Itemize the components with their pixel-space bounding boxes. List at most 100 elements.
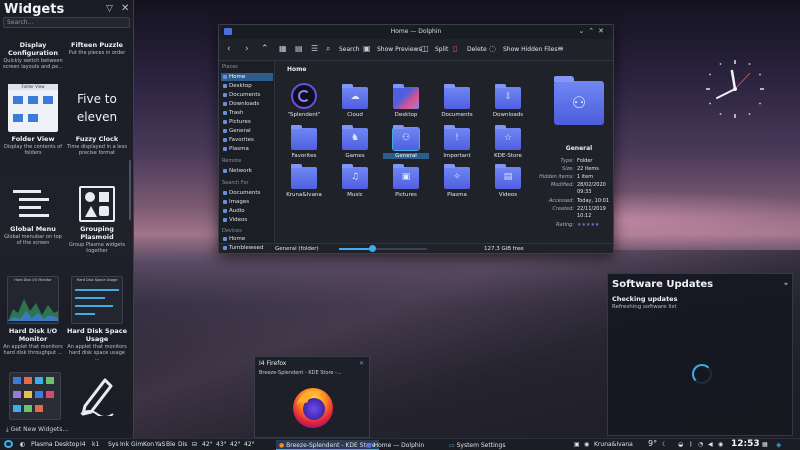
wifi-icon[interactable]: ◔: [698, 441, 703, 448]
place-network[interactable]: Network: [221, 167, 273, 175]
zoom-slider[interactable]: [339, 245, 427, 252]
pin-icon[interactable]: ⌖: [784, 280, 788, 289]
minimize-icon[interactable]: ⌄: [578, 27, 588, 35]
weather-temp[interactable]: 9°: [648, 439, 657, 448]
search-documents[interactable]: Documents: [221, 189, 273, 197]
pager-dis[interactable]: Dis: [178, 441, 187, 448]
show-previews-button[interactable]: Show Previews: [377, 46, 422, 53]
search-videos[interactable]: Videos: [221, 216, 273, 224]
rating-row[interactable]: Rating: ★★★★★: [524, 222, 599, 228]
pager-ble[interactable]: Ble: [166, 441, 175, 448]
file-item[interactable]: "Splendent": [281, 83, 327, 118]
file-item[interactable]: ! Important: [434, 125, 480, 159]
place-desktop[interactable]: Desktop: [221, 82, 273, 90]
titlebar[interactable]: Home — Dolphin ⌄⌃✕: [219, 25, 613, 39]
widget-hard-disk-space-usage[interactable]: Hard Disk Space Usage Hard Disk Space Us…: [66, 276, 128, 362]
pager-sys[interactable]: Sys: [108, 441, 119, 448]
search-icon[interactable]: ⌕: [326, 44, 330, 54]
widget-display-configuration[interactable]: Display Configuration Quickly switch bet…: [2, 41, 64, 70]
place-trash[interactable]: Trash: [221, 109, 273, 117]
widget-desc: Display the contents of folders: [4, 144, 62, 156]
file-item[interactable]: ☆ KDE-Store: [485, 125, 531, 159]
file-item[interactable]: ☁ Cloud: [332, 84, 378, 118]
desktop-2[interactable]: k1: [92, 441, 99, 448]
view-details-icon[interactable]: ☰: [311, 44, 318, 53]
file-item[interactable]: Favorites: [281, 125, 327, 159]
maximize-icon[interactable]: ⌃: [588, 27, 598, 35]
place-documents[interactable]: Documents: [221, 91, 273, 99]
show-hidden-files-button[interactable]: Show Hidden Files: [503, 46, 557, 53]
file-item[interactable]: ♫ Music: [332, 164, 378, 198]
application-launcher-icon[interactable]: [4, 440, 13, 448]
widget-fuzzy-clock[interactable]: Five to eleven Fuzzy Clock Time displaye…: [66, 84, 128, 156]
widget-folder-view[interactable]: Folder View Folder View Display the cont…: [2, 84, 64, 156]
get-new-widgets-button[interactable]: ⤓ Get New Widgets...: [6, 426, 68, 434]
delete-button[interactable]: Delete: [467, 46, 487, 53]
forward-icon[interactable]: ›: [245, 44, 249, 54]
place-downloads[interactable]: Downloads: [221, 100, 273, 108]
calendar-icon[interactable]: ▦: [762, 441, 768, 448]
user-icon[interactable]: ◉: [584, 441, 589, 448]
split-button[interactable]: Split: [435, 46, 448, 53]
widget-global-menu[interactable]: Global Menu Global menubar on top of the…: [2, 186, 64, 246]
widget-hard-disk-io-monitor[interactable]: Hard Disk I/O Monitor Hard Disk I/O Moni…: [2, 276, 64, 356]
activity-switcher[interactable]: Plasma Desktop: [31, 441, 79, 448]
hidden-files-icon[interactable]: ◌: [489, 44, 496, 53]
close-icon[interactable]: ✕: [121, 3, 129, 14]
widget-fifteen-puzzle[interactable]: Fifteen Puzzle Put the pieces in order: [66, 41, 128, 56]
place-general[interactable]: General: [221, 127, 273, 135]
widgets-scrollbar[interactable]: [129, 160, 131, 220]
widget-grouping-plasmoid[interactable]: Grouping Plasmoid Group Plasma widgets t…: [66, 186, 128, 254]
task-system-settings[interactable]: ▭ System Settings: [446, 440, 508, 450]
back-icon[interactable]: ‹: [227, 44, 231, 54]
close-icon[interactable]: ✕: [598, 27, 608, 35]
widget-icon-grid[interactable]: [4, 372, 66, 423]
previews-icon[interactable]: ▣: [363, 44, 371, 53]
file-item[interactable]: ♞ Games: [332, 125, 378, 159]
network-icon[interactable]: ◒: [678, 441, 683, 448]
pager-kon[interactable]: Kon: [143, 441, 154, 448]
desktop-1[interactable]: I4: [80, 441, 86, 448]
volume-icon[interactable]: ◀: [708, 441, 713, 448]
place-plasma[interactable]: Plasma: [221, 145, 273, 153]
activities-icon[interactable]: ◐: [20, 441, 25, 448]
close-icon[interactable]: ✕: [359, 360, 364, 367]
pager-gim[interactable]: Gim: [131, 441, 143, 448]
view-icons-icon[interactable]: ▦: [279, 44, 287, 53]
filter-icon[interactable]: ▽: [106, 4, 113, 14]
widget-notes[interactable]: [66, 372, 128, 416]
user-name[interactable]: Kruna&Ivana: [594, 441, 633, 448]
tray-icon[interactable]: ▣: [574, 441, 580, 448]
pager-yas[interactable]: YaS: [155, 441, 165, 448]
file-item[interactable]: Kruna&Ivana: [281, 164, 327, 198]
delete-icon[interactable]: ▯: [453, 44, 457, 53]
place-home[interactable]: Home: [221, 73, 273, 81]
place-favorites[interactable]: Favorites: [221, 136, 273, 144]
bluetooth-icon[interactable]: ᛒ: [689, 441, 693, 448]
file-item[interactable]: ⇩ Downloads: [485, 84, 531, 118]
hamburger-menu-icon[interactable]: ≡: [557, 44, 564, 53]
place-pictures[interactable]: Pictures: [221, 118, 273, 126]
pager-ink[interactable]: Ink: [120, 441, 129, 448]
file-item[interactable]: ✧ Plasma: [434, 164, 480, 198]
search-audio[interactable]: Audio: [221, 207, 273, 215]
task-dolphin[interactable]: ■ Home — Dolphin: [363, 440, 427, 450]
breadcrumb[interactable]: Home: [287, 66, 306, 73]
view-compact-icon[interactable]: ▤: [295, 44, 303, 53]
notifications-icon[interactable]: ◉: [718, 441, 723, 448]
search-button[interactable]: Search: [339, 46, 360, 53]
firefox-task-preview[interactable]: I4 Firefox ✕ Breeze-Splendent - KDE Stor…: [254, 356, 370, 438]
analog-clock[interactable]: [704, 58, 766, 120]
device-home[interactable]: Home: [221, 235, 273, 243]
up-icon[interactable]: ⌃: [261, 44, 269, 54]
weather-icon[interactable]: ☾: [662, 441, 667, 448]
digital-clock[interactable]: 12:53: [731, 439, 760, 449]
file-item[interactable]: Desktop: [383, 84, 429, 118]
widget-search-input[interactable]: Search...: [3, 17, 130, 28]
file-item[interactable]: Documents: [434, 84, 480, 118]
split-icon[interactable]: ◫: [421, 44, 429, 53]
file-item-selected[interactable]: ⚇ General: [383, 125, 429, 159]
kde-connect-icon[interactable]: ◈: [776, 441, 781, 449]
search-images[interactable]: Images: [221, 198, 273, 206]
file-item[interactable]: ▣ Pictures: [383, 164, 429, 198]
